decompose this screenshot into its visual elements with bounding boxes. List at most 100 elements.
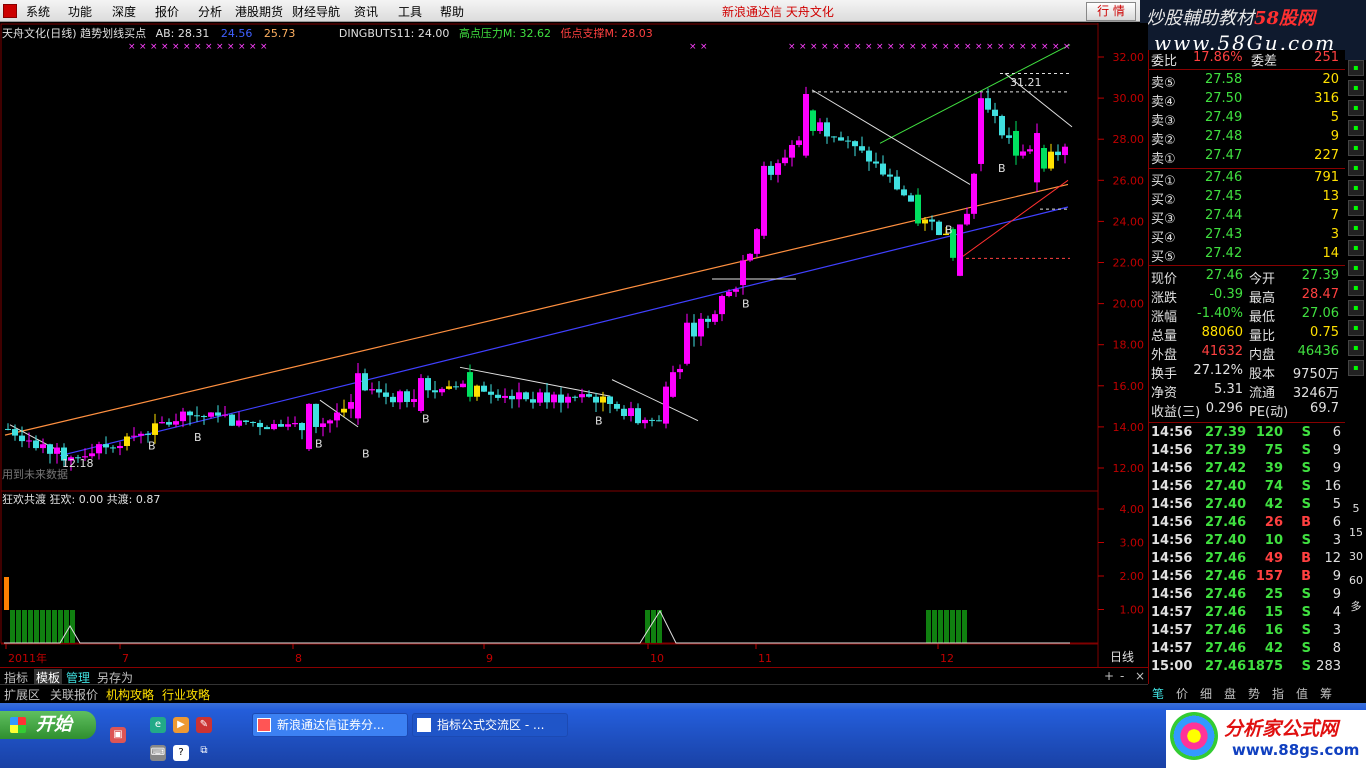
tick-row[interactable]: 14:56 27.46 26 B 6 (1149, 515, 1345, 533)
tick-row[interactable]: 14:56 27.46 25 S 9 (1149, 587, 1345, 605)
menu-help[interactable]: 帮助 (440, 3, 464, 20)
kline-chart-area[interactable]: × × × × × × × × × × × × × × × × × × × × × × × × × × × × × × × × × × × × × × × ×… (0, 23, 1148, 667)
quote-tab[interactable]: 笔 (1152, 685, 1164, 702)
stat-row[interactable]: 涨幅 -1.40% 最低 27.06 (1149, 306, 1345, 325)
tick-row[interactable]: 14:56 27.40 42 S 5 (1149, 497, 1345, 515)
period-shortcut[interactable]: 多 (1346, 598, 1366, 614)
quote-tab[interactable]: 价 (1176, 685, 1188, 702)
quicklaunch-help-icon[interactable]: ? (173, 745, 189, 761)
tick-row[interactable]: 14:56 27.40 10 S 3 (1149, 533, 1345, 551)
tick-row[interactable]: 14:56 27.40 74 S 16 (1149, 479, 1345, 497)
arrow-icon[interactable]: ▪ (1348, 340, 1364, 356)
pen-icon[interactable]: ▪ (1348, 360, 1364, 376)
stat-row[interactable]: 总量 88060 量比 0.75 (1149, 325, 1345, 344)
tick-row[interactable]: 14:57 27.46 16 S 3 (1149, 623, 1345, 641)
f10-icon[interactable]: ▪ (1348, 160, 1364, 176)
buy-row[interactable]: 买② 27.45 13 (1149, 189, 1345, 208)
quicklaunch-app-icon[interactable]: ▣ (110, 727, 126, 743)
quote-tab[interactable]: 势 (1248, 685, 1260, 702)
help-icon[interactable]: ▪ (1348, 120, 1364, 136)
menu-icon[interactable]: ▪ (1348, 100, 1364, 116)
bar-icon[interactable]: ▪ (1348, 240, 1364, 256)
lower-green-bar (34, 610, 39, 643)
fund-icon[interactable]: ▪ (1348, 80, 1364, 96)
stat-label: 涨跌 (1151, 291, 1178, 306)
quote-tab[interactable]: 盘 (1224, 685, 1236, 702)
stat-row[interactable]: 净资 5.31 流通 3246万 (1149, 382, 1345, 401)
stat-row[interactable]: 收益(三) 0.296 PE(动) 69.7 (1149, 401, 1345, 420)
buy-row[interactable]: 买① 27.46 791 (1149, 170, 1345, 189)
quote-tab[interactable]: 指 (1272, 685, 1284, 702)
start-button[interactable]: 开始 (0, 711, 96, 739)
stat-row[interactable]: 换手 27.12% 股本 9750万 (1149, 363, 1345, 382)
sell-row[interactable]: 卖⑤ 27.58 20 (1149, 72, 1345, 91)
menu-tools[interactable]: 工具 (398, 3, 422, 20)
buy-row[interactable]: 买⑤ 27.42 14 (1149, 246, 1345, 265)
menu-system[interactable]: 系统 (26, 3, 50, 20)
menu-depth[interactable]: 深度 (112, 3, 136, 20)
task-formula-forum[interactable]: 指标公式交流区 - ... (412, 713, 568, 737)
candle-body (859, 146, 865, 151)
dollar-icon[interactable]: ▪ (1348, 300, 1364, 316)
tab-industry[interactable]: 行业攻略 (162, 686, 210, 703)
close-indicator-button[interactable]: × (1135, 669, 1145, 683)
buy-row[interactable]: 买④ 27.43 3 (1149, 227, 1345, 246)
period-shortcut[interactable]: 5 (1346, 502, 1366, 515)
quote-tab[interactable]: 细 (1200, 685, 1212, 702)
bid-ratio-row[interactable]: 委比 17.86% 委差 251 (1149, 50, 1345, 69)
stat-row[interactable]: 现价 27.46 今开 27.39 (1149, 268, 1345, 287)
kline-chart-svg[interactable]: × × × × × × × × × × × × × × × × × × × × × × × × × × × × × × × × × × × × × × × ×… (0, 23, 1148, 667)
sell-row[interactable]: 卖③ 27.49 5 (1149, 110, 1345, 129)
period-shortcut[interactable]: 60 (1346, 574, 1366, 587)
candle-body (621, 408, 627, 416)
quote-tab[interactable]: 值 (1296, 685, 1308, 702)
tick-row[interactable]: 15:00 27.46 1875 S 283 (1149, 659, 1345, 677)
fft-icon[interactable]: ▪ (1348, 180, 1364, 196)
tab-extension[interactable]: 扩展区 (4, 686, 40, 703)
zoom-in-button[interactable]: + (1104, 669, 1114, 683)
quote-tab[interactable]: 筹 (1320, 685, 1332, 702)
fiz-icon[interactable]: ▪ (1348, 200, 1364, 216)
quicklaunch-ie-icon[interactable]: e (150, 717, 166, 733)
quicklaunch-tool-icon[interactable]: ✎ (196, 717, 212, 733)
scroll-up-icon[interactable]: ▪ (1348, 60, 1364, 76)
period-shortcut[interactable]: 30 (1346, 550, 1366, 563)
period-shortcut[interactable]: 15 (1346, 526, 1366, 539)
move-icon[interactable]: ▪ (1348, 320, 1364, 336)
tick-row[interactable]: 14:56 27.46 157 B 9 (1149, 569, 1345, 587)
zoom-out-button[interactable]: - (1120, 669, 1124, 683)
menu-hk-futures[interactable]: 港股期货 (235, 3, 283, 20)
menu-function[interactable]: 功能 (68, 3, 92, 20)
sell-volume: 20 (1322, 72, 1339, 87)
task-sina-tdx[interactable]: 新浪通达信证券分... (252, 713, 408, 737)
sell-row[interactable]: 卖① 27.47 227 (1149, 148, 1345, 167)
stat-row[interactable]: 涨跌 -0.39 最高 28.47 (1149, 287, 1345, 306)
tick-row[interactable]: 14:57 27.46 15 S 4 (1149, 605, 1345, 623)
lower-axis-label: 1.00 (1120, 604, 1145, 617)
candle-body (229, 414, 235, 426)
sell-row[interactable]: 卖② 27.48 9 (1149, 129, 1345, 148)
quicklaunch-keyboard-icon[interactable]: ⌨ (150, 745, 166, 761)
tab-related-quote[interactable]: 关联报价 (50, 686, 98, 703)
menu-analysis[interactable]: 分析 (198, 3, 222, 20)
menu-news[interactable]: 资讯 (354, 3, 378, 20)
menu-quote[interactable]: 报价 (155, 3, 179, 20)
tick-row[interactable]: 14:56 27.42 39 S 9 (1149, 461, 1345, 479)
quicklaunch-media-icon[interactable]: ▶ (173, 717, 189, 733)
tick-row[interactable]: 14:56 27.46 49 B 12 (1149, 551, 1345, 569)
tick-row[interactable]: 14:56 27.39 120 S 6 (1149, 425, 1345, 443)
tick-row[interactable]: 14:57 27.46 42 S 8 (1149, 641, 1345, 659)
quote-toggle-button[interactable]: 行 情 (1086, 2, 1136, 21)
tab-institution[interactable]: 机构攻略 (106, 686, 154, 703)
stat-row[interactable]: 外盘 41632 内盘 46436 (1149, 344, 1345, 363)
candle-body (96, 444, 102, 454)
tick-row[interactable]: 14:56 27.39 75 S 9 (1149, 443, 1345, 461)
menu-finance-nav[interactable]: 财经导航 (292, 3, 340, 20)
quicklaunch-window-icon[interactable]: ⧉ (196, 743, 212, 759)
sell-row[interactable]: 卖④ 27.50 316 (1149, 91, 1345, 110)
buy-row[interactable]: 买③ 27.44 7 (1149, 208, 1345, 227)
line-icon[interactable]: ▪ (1348, 260, 1364, 276)
fin-icon[interactable]: ▪ (1348, 140, 1364, 156)
rsi-icon[interactable]: ▪ (1348, 280, 1364, 296)
table-icon[interactable]: ▪ (1348, 220, 1364, 236)
